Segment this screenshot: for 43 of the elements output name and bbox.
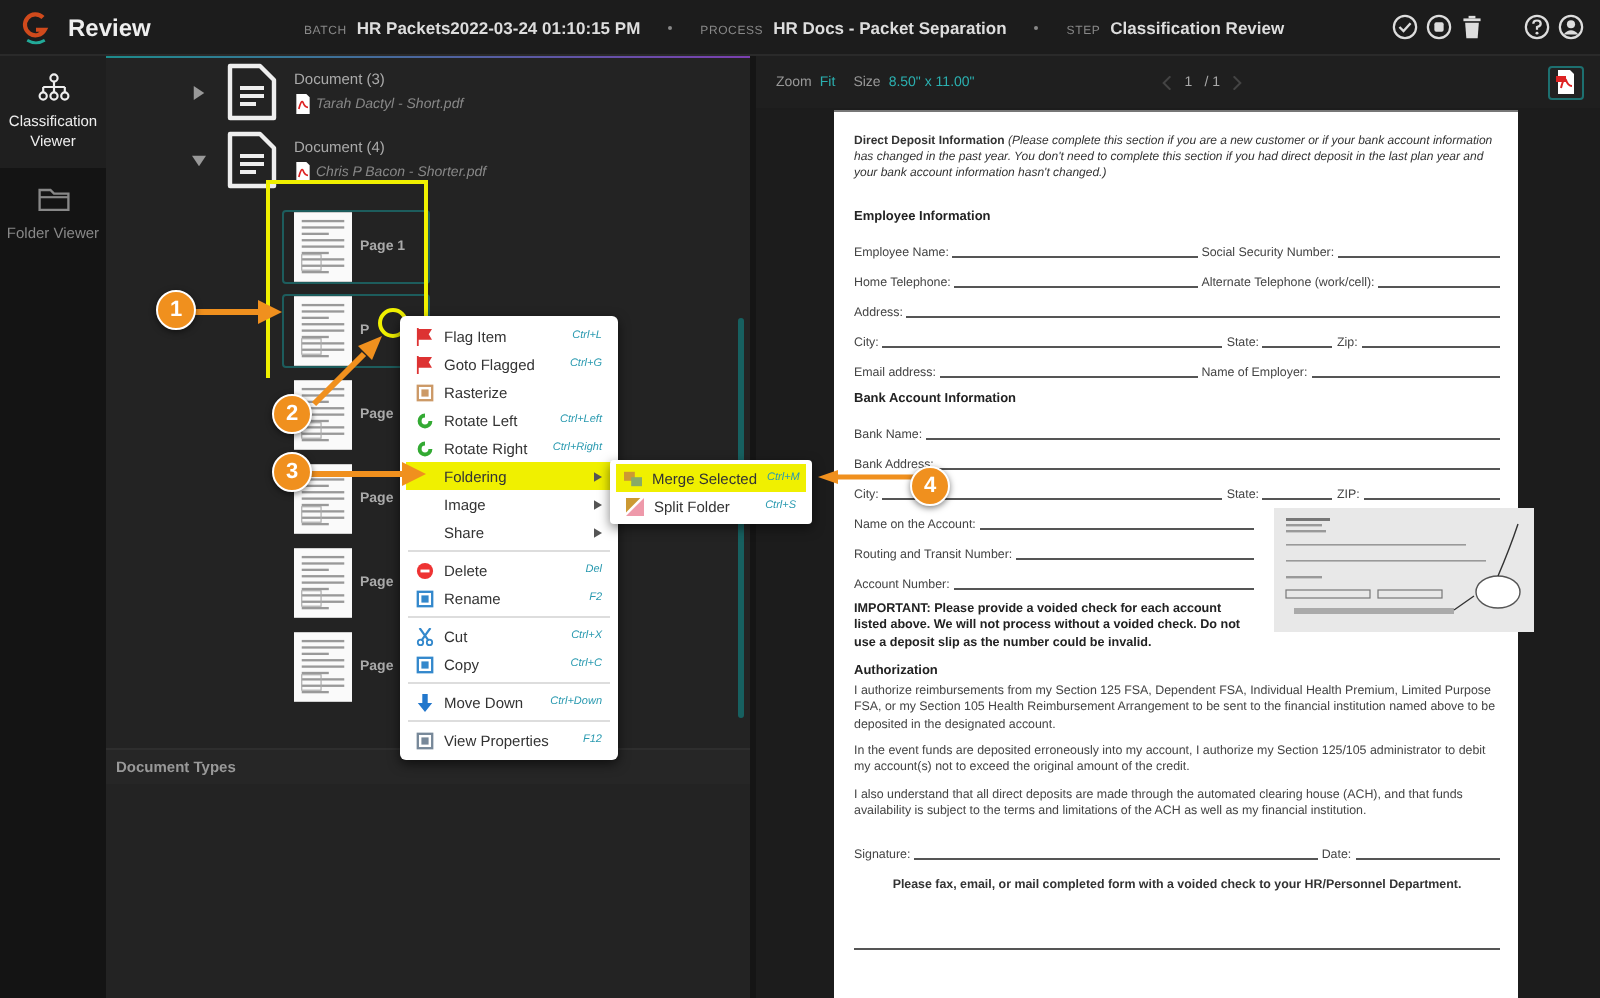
logo-icon	[22, 9, 50, 45]
pdf-icon	[1556, 70, 1576, 94]
user-icon[interactable]	[1558, 14, 1584, 40]
pdf-button[interactable]	[1548, 65, 1584, 99]
split-icon	[625, 497, 643, 515]
caret-icon[interactable]	[192, 153, 206, 167]
page-thumbnail	[294, 548, 352, 618]
rotate-right-icon	[415, 439, 433, 457]
fill-in-line	[1262, 498, 1333, 501]
document-icon	[226, 62, 278, 122]
goto-flag-icon	[415, 355, 433, 373]
check-icon[interactable]	[1392, 14, 1418, 40]
page-thumbnail	[294, 296, 352, 366]
separator-dot	[1034, 25, 1039, 29]
folder-icon	[35, 184, 71, 215]
process-name: HR Docs - Packet Separation	[773, 17, 1007, 37]
page-thumbnail	[294, 212, 352, 282]
document-icon	[226, 130, 278, 190]
cut-icon	[415, 627, 433, 645]
arrow	[190, 300, 282, 324]
step-name: Classification Review	[1110, 17, 1285, 37]
arrow	[818, 470, 914, 484]
merge-icon	[624, 469, 642, 487]
separator-dot	[668, 25, 673, 29]
flag-icon	[415, 327, 433, 345]
fill-in-line	[1363, 498, 1500, 501]
rotate-left-icon	[415, 411, 433, 429]
move-down-icon	[415, 693, 433, 711]
fill-in-line	[1361, 346, 1500, 349]
fill-in-line	[1262, 346, 1333, 349]
delete-icon	[415, 561, 433, 579]
help-icon[interactable]	[1524, 14, 1550, 40]
arrow	[310, 462, 426, 486]
caret-icon[interactable]	[192, 85, 206, 99]
trash-icon[interactable]	[1460, 14, 1484, 40]
batch-name: HR Packets2022-03-24 01:10:15 PM	[356, 17, 641, 37]
pdf-icon	[294, 94, 312, 114]
stop-icon[interactable]	[1426, 14, 1452, 40]
fill-in-line	[1378, 286, 1500, 289]
page-thumbnail	[294, 632, 352, 702]
hierarchy-icon	[35, 72, 71, 102]
app-title: Review	[68, 13, 153, 41]
arrow	[310, 336, 382, 408]
